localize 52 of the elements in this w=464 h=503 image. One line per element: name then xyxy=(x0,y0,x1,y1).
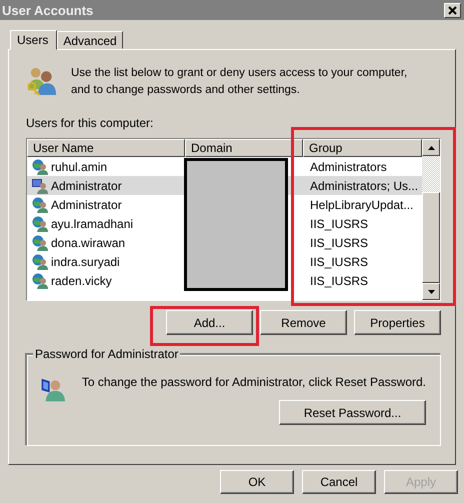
user-globe-icon xyxy=(32,254,48,270)
group-cell-text: IIS_IUSRS xyxy=(309,216,370,230)
list-button[interactable]: Properties xyxy=(354,310,441,335)
user-cell[interactable]: Administrator xyxy=(27,176,185,195)
user-cell[interactable]: indra.suryadi xyxy=(27,254,185,270)
user-globe-icon xyxy=(32,216,48,232)
user-globe-icon xyxy=(32,234,48,250)
user-name: Administrator xyxy=(51,198,122,212)
scroll-thumb[interactable] xyxy=(422,192,440,283)
users-key-icon xyxy=(26,65,57,96)
scroll-down-button[interactable] xyxy=(422,283,440,300)
column-header[interactable]: User Name xyxy=(27,139,185,157)
reset-password-button[interactable]: Reset Password... xyxy=(279,400,426,425)
user-name: Administrator xyxy=(51,178,122,192)
user-cell[interactable]: ayu.lramadhani xyxy=(27,216,185,232)
user-name: dona.wirawan xyxy=(51,236,126,250)
user-globe-icon xyxy=(32,158,48,174)
user-name: raden.vicky xyxy=(51,274,112,288)
computer-user-icon xyxy=(32,178,48,194)
user-cell[interactable]: ruhul.amin xyxy=(27,158,185,174)
dialog-button[interactable]: OK xyxy=(220,470,294,494)
users-label: Users for this computer: xyxy=(26,116,154,131)
window-title: User Accounts xyxy=(2,2,94,18)
user-name: ruhul.amin xyxy=(51,160,108,174)
down-arrow-icon xyxy=(428,290,434,294)
group-cell-text: IIS_IUSRS xyxy=(309,274,370,288)
list-button[interactable]: Add... xyxy=(166,310,253,335)
user-globe-icon xyxy=(32,196,48,212)
scroll-up-button[interactable] xyxy=(422,139,440,156)
intro-text: Use the list below to grant or deny users access to your computer, and to change passwords and other settings. xyxy=(71,66,408,98)
up-arrow-icon xyxy=(428,146,434,150)
user-cell[interactable]: Administrator xyxy=(27,196,185,212)
user-name: ayu.lramadhani xyxy=(51,216,134,230)
tab[interactable]: Users xyxy=(10,30,58,50)
group-cell-text: IIS_IUSRS xyxy=(309,254,370,268)
user-cell[interactable]: raden.vicky xyxy=(27,272,185,288)
dialog-button[interactable]: Cancel xyxy=(302,470,376,494)
close-icon xyxy=(448,6,457,14)
user-cell[interactable]: dona.wirawan xyxy=(27,234,185,250)
list-button[interactable]: Remove xyxy=(260,310,347,335)
column-header[interactable]: Group xyxy=(303,139,422,157)
group-cell-text: IIS_IUSRS xyxy=(309,236,370,250)
user-name: indra.suryadi xyxy=(51,254,120,268)
user-globe-icon xyxy=(32,272,48,288)
group-label: Password for Administrator xyxy=(33,347,180,361)
tab[interactable]: Advanced xyxy=(57,31,123,49)
group-cell-text: HelpLibraryUpdat... xyxy=(309,198,414,212)
group-cell: Administrators; Us... xyxy=(288,176,422,195)
column-header[interactable]: Domain xyxy=(185,139,303,157)
password-message: To change the password for Administrator, click Reset Password. xyxy=(82,374,426,391)
group-cell-text: Administrators xyxy=(309,160,388,174)
close-button[interactable] xyxy=(444,2,461,18)
